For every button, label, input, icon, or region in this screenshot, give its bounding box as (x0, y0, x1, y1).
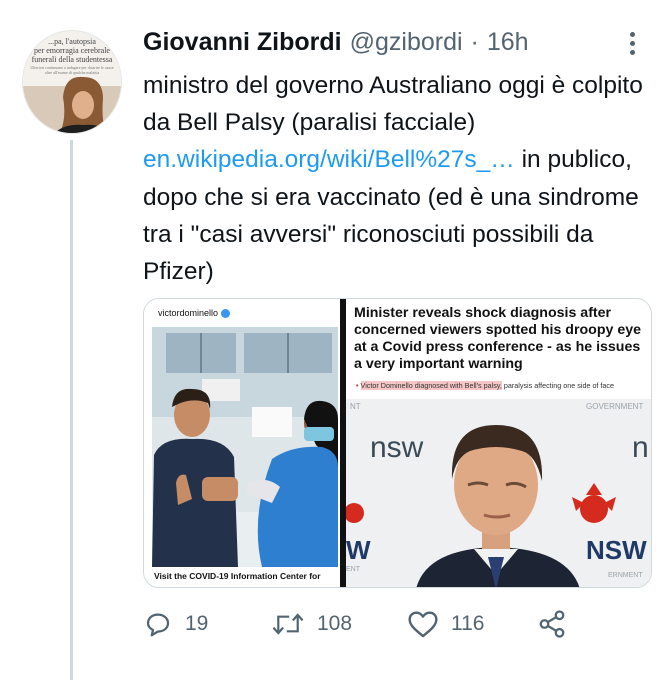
news-headline: Minister reveals shock diagnosis after c… (354, 305, 641, 372)
tweet-actions-bar: 19 108 116 (143, 606, 583, 646)
reply-button[interactable]: 19 (143, 606, 208, 642)
heart-icon (408, 611, 438, 638)
share-button[interactable] (537, 606, 567, 642)
verified-badge-icon (221, 308, 231, 318)
share-icon (539, 610, 565, 638)
separator-dot: · (470, 28, 479, 56)
press-conference-photo: NT GOVERNMENT nsw n NSW W ENT ERNMENT (346, 399, 651, 587)
news-article-panel: Minister reveals shock diagnosis after c… (346, 299, 651, 587)
like-button[interactable]: 116 (407, 606, 484, 642)
news-subheadline: • Victor Dominello diagnosed with Bell's … (356, 381, 614, 390)
instagram-caption: Visit the COVID-19 Information Center fo… (154, 571, 321, 581)
sign-text-left-top: NT (350, 402, 361, 411)
sign-text-bottom-left: ENT (346, 566, 361, 573)
wikipedia-link[interactable]: en.wikipedia.org/wiki/Bell%27s_… (143, 146, 515, 173)
thread-line (70, 140, 73, 680)
retweet-button[interactable]: 108 (271, 606, 352, 642)
instagram-header: victordominello (144, 299, 340, 327)
nsw-sign-text-big: NSW (586, 535, 647, 565)
tweet-timestamp[interactable]: 16h (487, 28, 529, 57)
nsw-sign-text-left: nsw (370, 431, 424, 464)
instagram-post-panel: victordominello Visit the COVID-19 Infor… (144, 299, 340, 587)
tweet-media-image[interactable]: victordominello Visit the COVID-19 Infor… (143, 298, 652, 588)
vaccination-photo (152, 327, 338, 567)
sign-text-right-top: GOVERNMENT (586, 402, 643, 411)
avatar-overlay-text: ...pa, l'autopsia per emorragia cerebral… (31, 37, 113, 64)
tweet-text: ministro del governo Australiano oggi è … (143, 67, 653, 290)
author-name[interactable]: Giovanni Zibordi (143, 28, 342, 57)
like-count: 116 (451, 612, 485, 635)
avatar[interactable]: ...pa, l'autopsia per emorragia cerebral… (22, 30, 122, 134)
retweet-count: 108 (317, 612, 353, 635)
reply-count: 19 (185, 612, 209, 635)
instagram-account-name: victordominello (158, 308, 219, 318)
nsw-sign-text-big-left: W (346, 535, 371, 565)
author-handle[interactable]: @gzibordi (350, 28, 463, 57)
news-subheadline-rest: paralysis affecting one side of face (501, 381, 615, 390)
tweet-text-part1: ministro del governo Australiano oggi è … (143, 72, 643, 137)
bullet-icon: • (356, 381, 359, 390)
more-options-icon[interactable] (628, 32, 636, 56)
reply-icon (146, 613, 170, 637)
avatar-overlay-small-text: Ulteriori continuano a indagare per chia… (30, 65, 114, 75)
tweet-header: Giovanni Zibordi @gzibordi · 16h (143, 28, 529, 58)
nsw-sign-text-right: n (632, 431, 649, 464)
retweet-icon (272, 613, 304, 635)
sign-text-bottom-right: ERNMENT (608, 572, 643, 579)
news-subheadline-highlight: Victor Dominello diagnosed with Bell's p… (360, 381, 502, 390)
